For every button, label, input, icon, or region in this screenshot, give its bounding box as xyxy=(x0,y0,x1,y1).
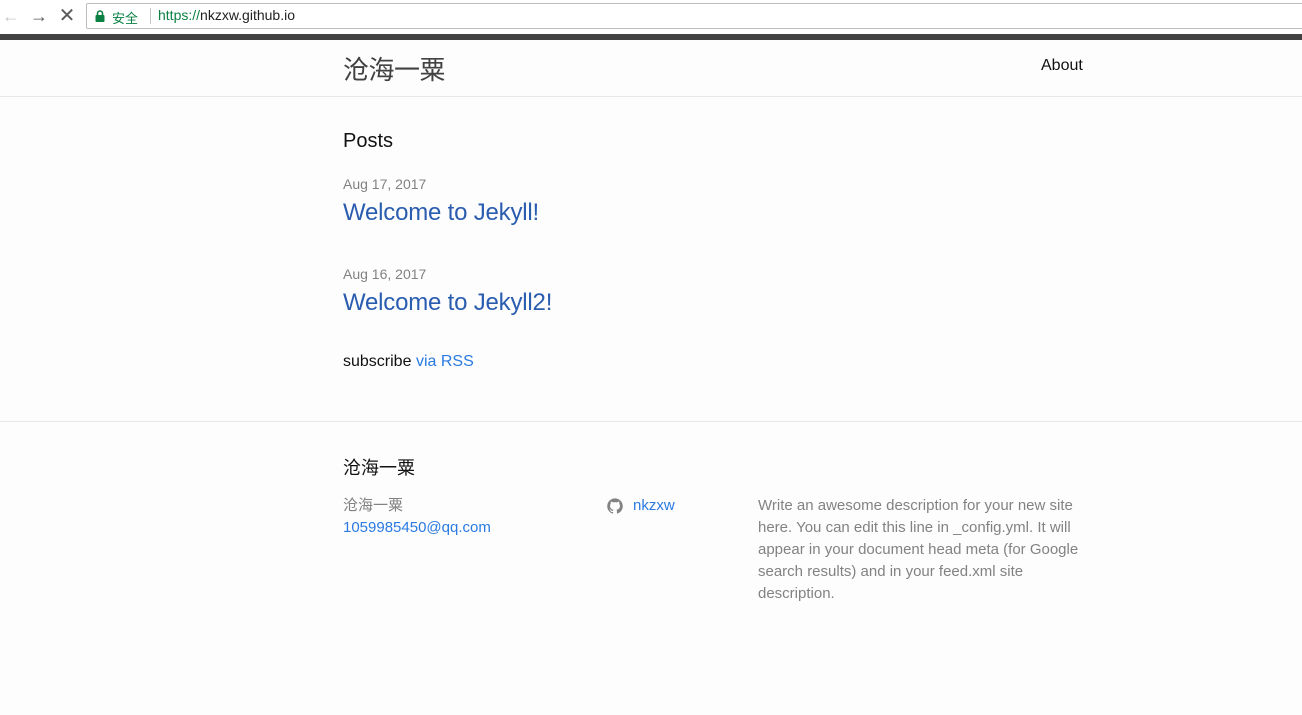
post-date: Aug 16, 2017 xyxy=(343,266,427,282)
site-footer: 沧海一粟 沧海一粟 1059985450@qq.com nkzxw Write … xyxy=(0,421,1302,715)
posts-heading: Posts xyxy=(343,130,394,152)
url-text[interactable]: https://nkzxw.github.io xyxy=(158,7,295,23)
omnibox-divider xyxy=(150,8,151,24)
stop-loading-icon[interactable]: ✕ xyxy=(56,5,78,27)
footer-social: nkzxw xyxy=(607,495,675,517)
address-bar[interactable]: 安全 https://nkzxw.github.io xyxy=(86,3,1302,29)
footer-email-link[interactable]: 1059985450@qq.com xyxy=(343,519,491,536)
site-header: 沧海一粟 About xyxy=(0,40,1302,97)
back-arrow-icon[interactable]: ← xyxy=(0,5,22,27)
browser-toolbar: ← → ✕ 安全 https://nkzxw.github.io xyxy=(0,0,1302,34)
secure-label[interactable]: 安全 xyxy=(112,8,138,27)
post-title-link[interactable]: Welcome to Jekyll! xyxy=(343,199,539,227)
forward-arrow-icon[interactable]: → xyxy=(28,5,50,27)
url-host: nkzxw.github.io xyxy=(200,7,295,23)
rss-link[interactable]: via RSS xyxy=(416,353,474,370)
post-date: Aug 17, 2017 xyxy=(343,176,427,192)
footer-description: Write an awesome description for your ne… xyxy=(758,497,1079,602)
post-title-link[interactable]: Welcome to Jekyll2! xyxy=(343,289,552,317)
rss-prefix: subscribe xyxy=(343,353,412,370)
github-username-link[interactable]: nkzxw xyxy=(633,495,675,517)
rss-subscribe: subscribe via RSS xyxy=(343,353,474,371)
url-scheme: https:// xyxy=(158,7,201,23)
nav-link-about[interactable]: About xyxy=(1041,57,1083,75)
footer-name: 沧海一粟 xyxy=(343,497,404,514)
site-title-link[interactable]: 沧海一粟 xyxy=(343,50,446,87)
github-icon[interactable] xyxy=(607,498,623,514)
footer-contact: 沧海一粟 1059985450@qq.com xyxy=(343,495,491,539)
footer-heading: 沧海一粟 xyxy=(343,458,415,478)
lock-icon xyxy=(95,10,105,22)
